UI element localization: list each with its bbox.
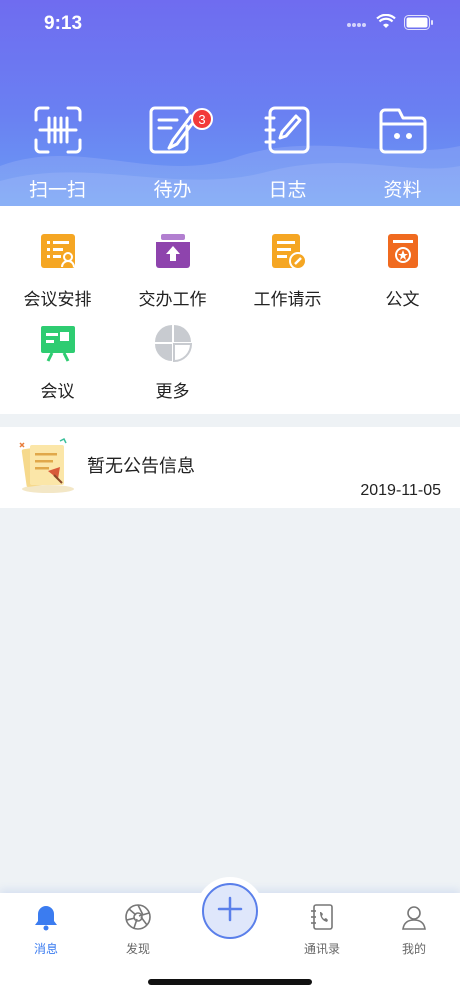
announcement-illustration-icon <box>18 437 76 495</box>
scan-label: 扫一扫 <box>28 180 86 201</box>
status-indicators <box>346 13 434 35</box>
assign-work-label: 交办工作 <box>138 290 207 309</box>
function-grid: 会议安排 交办工作 工作请示 公文 会议 更多 <box>0 206 460 414</box>
assign-work-icon <box>153 231 193 276</box>
battery-icon <box>404 14 434 35</box>
status-bar: 9:13 <box>0 0 460 50</box>
wifi-icon <box>376 13 396 35</box>
folder-button[interactable]: 资料 <box>345 104 460 202</box>
document-label: 公文 <box>385 290 420 309</box>
folder-icon <box>377 104 429 161</box>
plus-icon <box>216 895 244 928</box>
work-request-label: 工作请示 <box>253 290 322 309</box>
meeting-label: 会议 <box>40 382 75 401</box>
announcement-date: 2019-11-05 <box>360 482 441 499</box>
more-icon <box>153 323 193 368</box>
todo-badge: 3 <box>191 108 213 130</box>
tab-contacts[interactable]: 通讯录 <box>276 903 368 957</box>
user-icon <box>400 903 428 936</box>
tab-messages-label: 消息 <box>33 942 58 956</box>
log-button[interactable]: 日志 <box>230 104 345 202</box>
header-banner: 9:13 扫一扫 3 待办 日志 资料 <box>0 0 460 206</box>
announcement-card[interactable]: 暂无公告信息 2019-11-05 <box>0 427 460 508</box>
tab-mine[interactable]: 我的 <box>368 903 460 957</box>
work-request-button[interactable]: 工作请示 <box>230 231 345 310</box>
tab-discover-label: 发现 <box>125 942 150 956</box>
folder-label: 资料 <box>383 180 422 201</box>
todo-icon <box>147 104 199 161</box>
top-actions: 扫一扫 3 待办 日志 资料 <box>0 104 460 202</box>
tab-mine-label: 我的 <box>401 942 426 956</box>
bell-icon <box>32 903 60 936</box>
meeting-icon <box>38 323 78 368</box>
signal-icon <box>346 16 368 34</box>
more-label: 更多 <box>155 382 190 401</box>
meeting-button[interactable]: 会议 <box>0 323 115 402</box>
announcement-text: 暂无公告信息 <box>87 456 195 476</box>
aperture-icon <box>124 903 152 936</box>
add-button[interactable] <box>202 883 258 939</box>
more-button[interactable]: 更多 <box>115 323 230 402</box>
home-indicator <box>148 979 312 985</box>
tab-contacts-label: 通讯录 <box>303 942 340 956</box>
todo-label: 待办 <box>153 180 192 201</box>
document-button[interactable]: 公文 <box>345 231 460 310</box>
scan-icon <box>32 104 84 161</box>
document-icon <box>383 231 423 276</box>
log-icon <box>262 104 314 161</box>
tab-messages[interactable]: 消息 <box>0 903 92 957</box>
contacts-icon <box>308 903 336 936</box>
meeting-schedule-icon <box>38 231 78 276</box>
tab-discover[interactable]: 发现 <box>92 903 184 957</box>
meeting-schedule-button[interactable]: 会议安排 <box>0 231 115 310</box>
meeting-schedule-label: 会议安排 <box>23 290 92 309</box>
log-label: 日志 <box>268 180 307 201</box>
todo-button[interactable]: 3 待办 <box>115 104 230 202</box>
assign-work-button[interactable]: 交办工作 <box>115 231 230 310</box>
status-time: 9:13 <box>44 13 83 34</box>
work-request-icon <box>268 231 308 276</box>
scan-button[interactable]: 扫一扫 <box>0 104 115 202</box>
